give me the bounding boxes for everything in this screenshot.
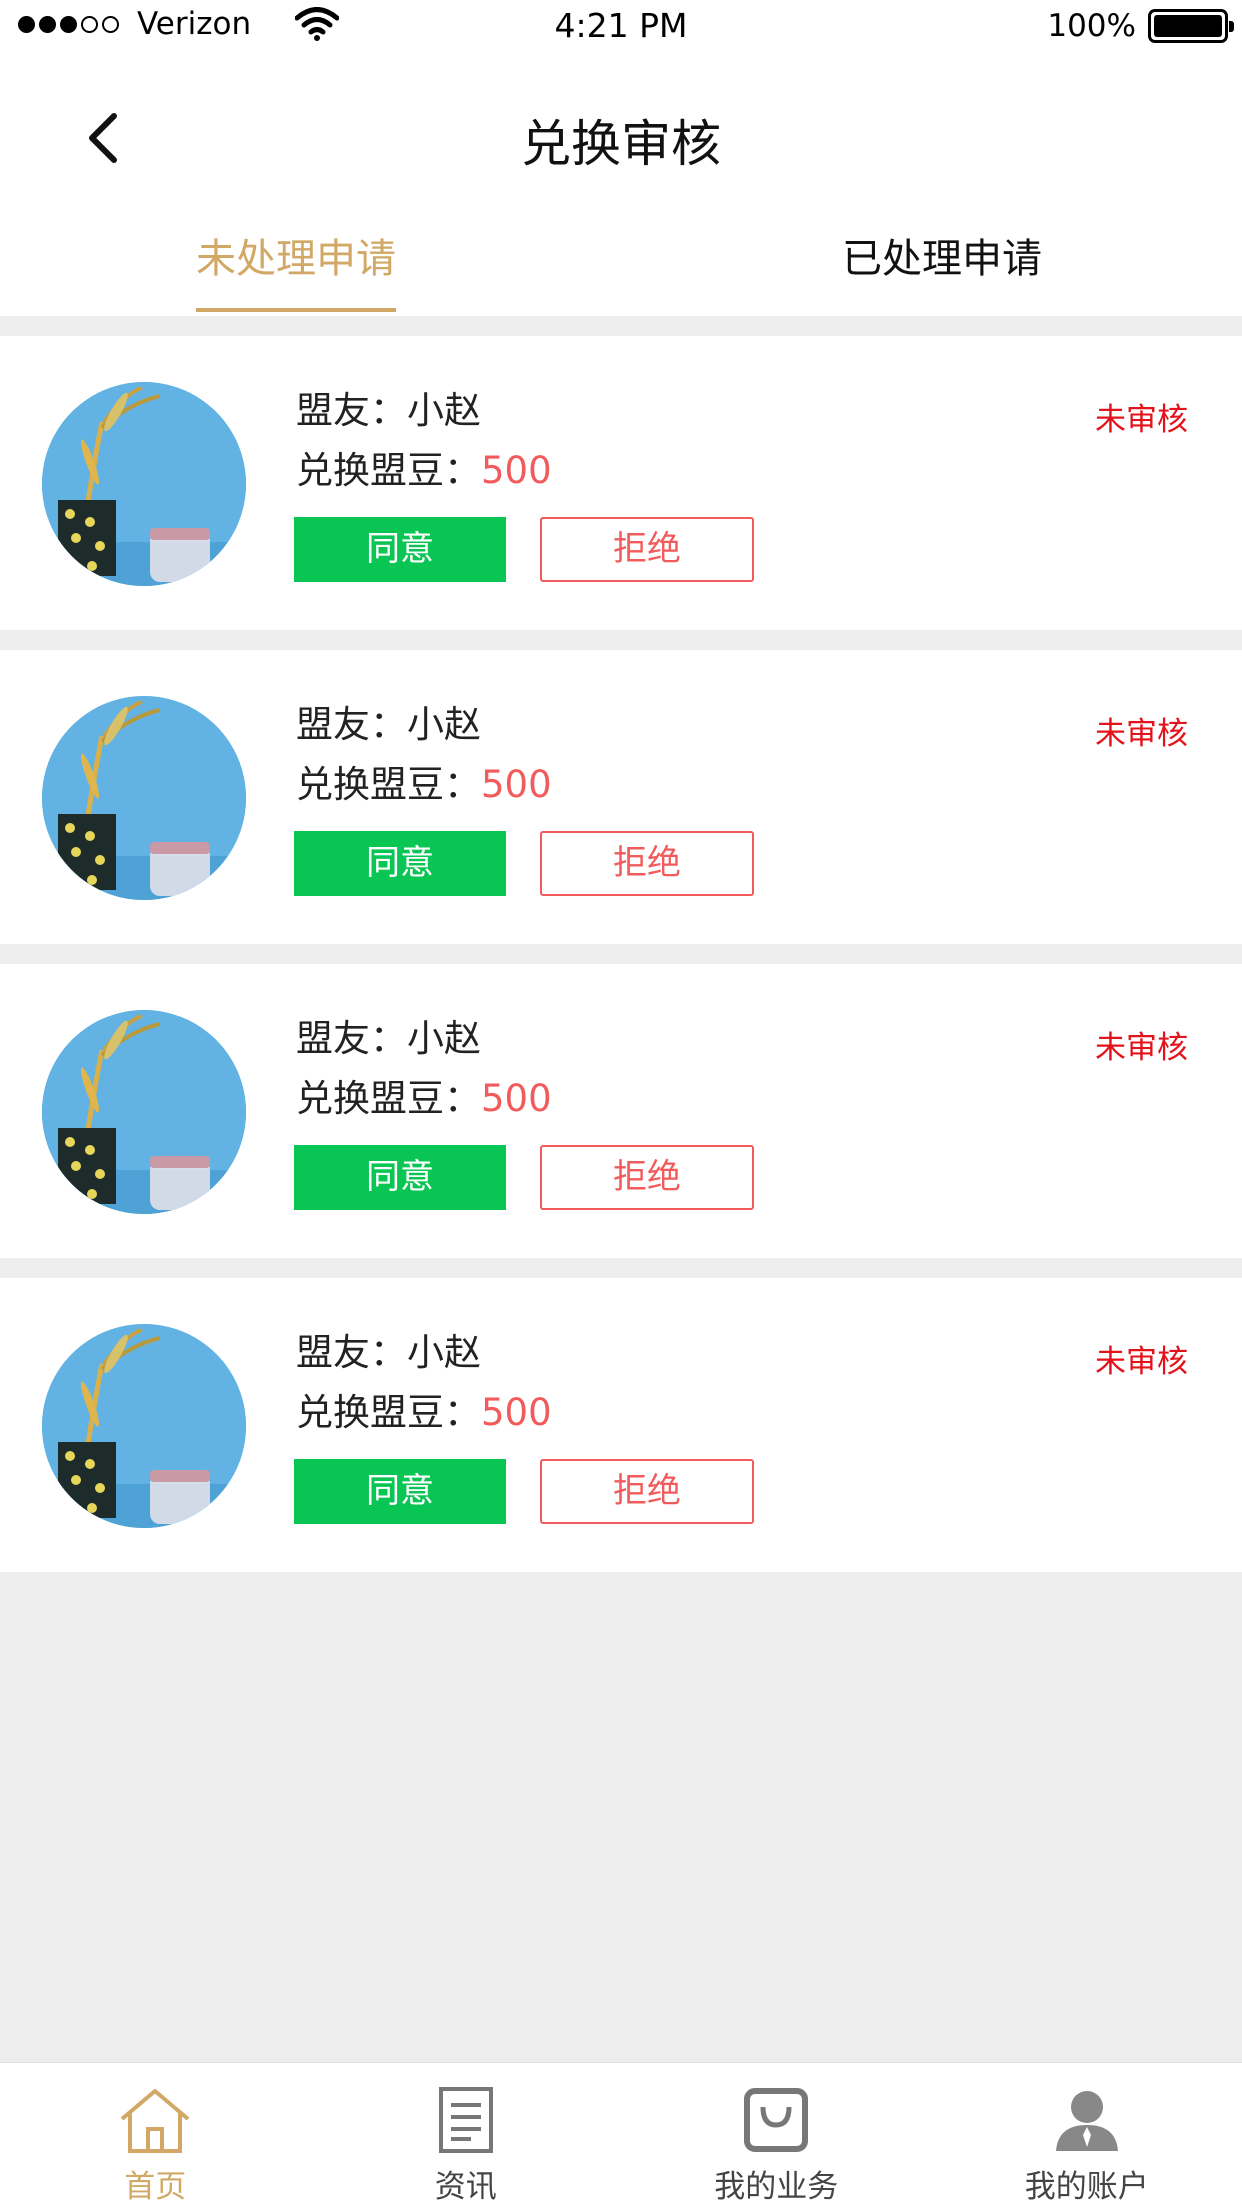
- status-badge: 未审核: [1095, 1344, 1188, 1380]
- account-icon: [1055, 2091, 1118, 2151]
- friend-name: 盟友：小赵: [296, 1017, 481, 1060]
- list-item: 盟友：小赵 兑换盟豆：500 未审核 同意 拒绝: [0, 650, 1242, 944]
- agree-button[interactable]: 同意: [294, 1145, 506, 1210]
- page-title: 兑换审核: [521, 115, 721, 173]
- battery-percent: 100%: [1047, 8, 1136, 44]
- beans-amount: 500: [481, 1391, 552, 1434]
- plant-photo-icon: [42, 382, 246, 586]
- tab-news-label: 资讯: [434, 2169, 497, 2205]
- reject-button[interactable]: 拒绝: [540, 1459, 754, 1524]
- tab-home[interactable]: 首页: [0, 2063, 311, 2208]
- beans-label: 兑换盟豆：: [296, 449, 481, 492]
- tab-home-label: 首页: [124, 2169, 187, 2205]
- exchange-beans: 兑换盟豆：500: [296, 1068, 552, 1122]
- avatar: [42, 1010, 246, 1214]
- tab-business[interactable]: 我的业务: [621, 2063, 932, 2208]
- agree-button[interactable]: 同意: [294, 1459, 506, 1524]
- request-tabs: 未处理申请 已处理申请: [0, 216, 1242, 316]
- status-bar: Verizon 4:21 PM 100%: [0, 0, 1242, 56]
- exchange-beans: 兑换盟豆：500: [296, 754, 552, 808]
- beans-amount: 500: [481, 763, 552, 806]
- plant-photo-icon: [42, 1324, 246, 1528]
- reject-button[interactable]: 拒绝: [540, 831, 754, 896]
- avatar: [42, 696, 246, 900]
- friend-name: 盟友：小赵: [296, 1331, 481, 1374]
- list-item: 盟友：小赵 兑换盟豆：500 未审核 同意 拒绝: [0, 964, 1242, 1258]
- tab-account[interactable]: 我的账户: [932, 2063, 1242, 2208]
- status-badge: 未审核: [1095, 1030, 1188, 1066]
- status-right: 100%: [1047, 8, 1234, 44]
- plant-photo-icon: [42, 1010, 246, 1214]
- reject-button[interactable]: 拒绝: [540, 1145, 754, 1210]
- tab-pending[interactable]: 未处理申请: [196, 226, 396, 284]
- beans-label: 兑换盟豆：: [296, 763, 481, 806]
- tab-business-label: 我的业务: [714, 2169, 839, 2205]
- active-tab-indicator: [196, 308, 396, 312]
- tab-news[interactable]: 资讯: [311, 2063, 622, 2208]
- news-icon: [438, 2087, 493, 2153]
- avatar: [42, 1324, 246, 1528]
- tab-processed[interactable]: 已处理申请: [842, 226, 1042, 284]
- exchange-beans: 兑换盟豆：500: [296, 440, 552, 494]
- battery-icon: [1148, 9, 1234, 43]
- agree-button[interactable]: 同意: [294, 517, 506, 582]
- home-icon: [120, 2089, 190, 2153]
- business-icon: [744, 2088, 809, 2152]
- friend-name: 盟友：小赵: [296, 703, 481, 746]
- navigation-bar: 兑换审核: [0, 56, 1242, 216]
- list-item: 盟友：小赵 兑换盟豆：500 未审核 同意 拒绝: [0, 1278, 1242, 1572]
- exchange-beans: 兑换盟豆：500: [296, 1382, 552, 1436]
- reject-button[interactable]: 拒绝: [540, 517, 754, 582]
- plant-photo-icon: [42, 696, 246, 900]
- agree-button[interactable]: 同意: [294, 831, 506, 896]
- bottom-tab-bar: 首页 资讯 我的业务 我的账户: [0, 2062, 1242, 2208]
- avatar: [42, 382, 246, 586]
- status-badge: 未审核: [1095, 402, 1188, 438]
- beans-label: 兑换盟豆：: [296, 1391, 481, 1434]
- status-badge: 未审核: [1095, 716, 1188, 752]
- beans-label: 兑换盟豆：: [296, 1077, 481, 1120]
- request-list: 盟友：小赵 兑换盟豆：500 未审核 同意 拒绝 盟友：小赵 兑换盟豆：500 …: [0, 336, 1242, 1592]
- beans-amount: 500: [481, 449, 552, 492]
- list-item: 盟友：小赵 兑换盟豆：500 未审核 同意 拒绝: [0, 336, 1242, 630]
- friend-name: 盟友：小赵: [296, 389, 481, 432]
- tab-account-label: 我的账户: [1024, 2169, 1149, 2205]
- beans-amount: 500: [481, 1077, 552, 1120]
